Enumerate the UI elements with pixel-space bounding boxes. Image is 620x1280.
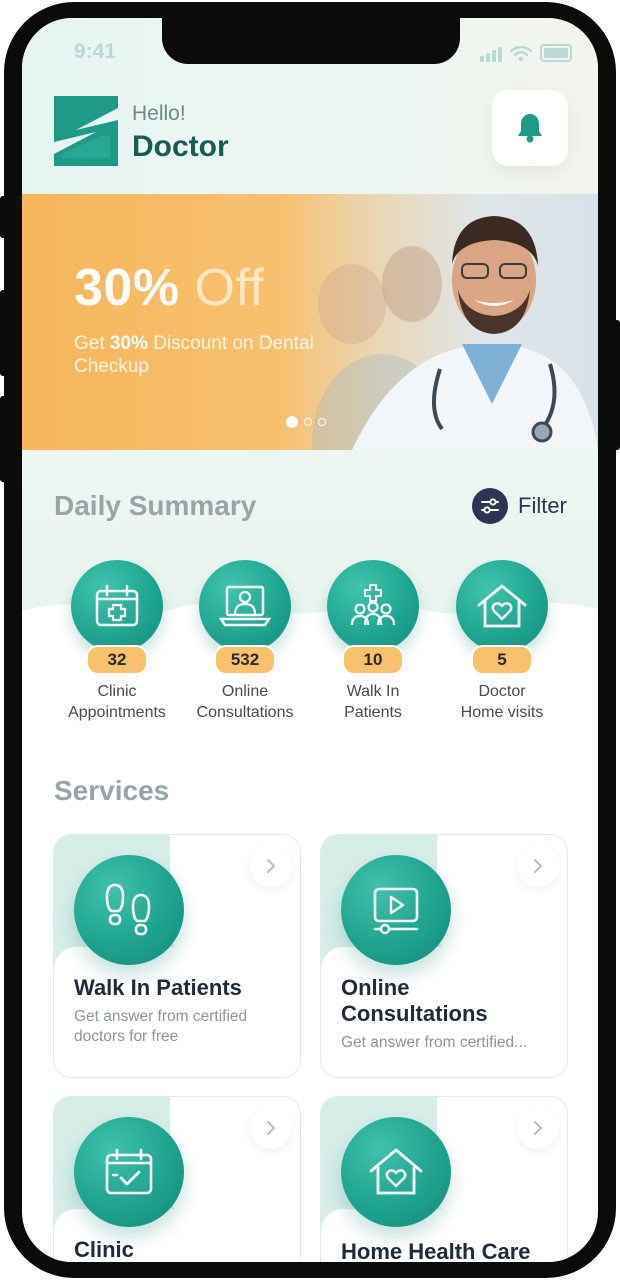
silent-switch — [0, 196, 8, 238]
stat-label: Doctor Home visits — [460, 683, 544, 721]
daily-summary-title: Daily Summary — [54, 490, 257, 521]
stat-label: Walk In Patients — [344, 683, 402, 721]
stat-value: 10 — [342, 645, 404, 675]
carousel-dot-2[interactable] — [304, 418, 312, 426]
home-heart-icon — [456, 560, 548, 652]
notch — [162, 18, 460, 64]
app-screen: 9:41 Hello! Doctor 30% Off Get 30% Disco… — [22, 18, 598, 1262]
notifications-button[interactable] — [492, 90, 568, 166]
battery-icon — [540, 44, 572, 62]
calendar-check-icon — [74, 1117, 184, 1227]
stat-online-consultations[interactable]: 532 Online Consultations — [181, 560, 309, 723]
wifi-icon — [510, 46, 532, 62]
stat-clinic-appointments[interactable]: 32 Clinic Appointments — [53, 560, 181, 723]
signal-icon — [480, 47, 502, 62]
service-card-clinic[interactable]: Clinic — [53, 1096, 301, 1262]
people-cross-icon — [327, 560, 419, 652]
video-play-icon — [341, 855, 451, 965]
stat-value: 5 — [471, 645, 533, 675]
chevron-right-icon[interactable] — [250, 1107, 292, 1149]
stat-label: Online Consultations — [196, 683, 294, 721]
filter-button[interactable]: Filter — [472, 488, 567, 524]
banner-discount: 30% — [74, 259, 180, 317]
doctor-laptop-icon — [199, 560, 291, 652]
banner-sub-bold: 30% — [109, 333, 148, 354]
greeting-text: Hello! — [132, 102, 186, 125]
home-heart-icon — [341, 1117, 451, 1227]
card-title: Home Health Care — [341, 1239, 531, 1262]
stat-walk-in-patients[interactable]: 10 Walk In Patients — [309, 560, 437, 723]
promo-banner[interactable]: 30% Off Get 30% Discount on Dental Check… — [22, 194, 598, 450]
stat-home-visits[interactable]: 5 Doctor Home visits — [438, 560, 566, 723]
banner-off-word: Off — [194, 259, 265, 317]
doctor-photo — [312, 216, 598, 450]
service-card-walk-in[interactable]: Walk In Patients Get answer from certifi… — [53, 834, 301, 1078]
carousel-dot-1[interactable] — [286, 416, 298, 428]
filter-label: Filter — [518, 493, 567, 518]
stat-label: Clinic Appointments — [68, 683, 166, 721]
chevron-right-icon[interactable] — [517, 1107, 559, 1149]
chevron-right-icon[interactable] — [250, 845, 292, 887]
app-logo — [54, 96, 118, 171]
banner-subtitle: Get 30% Discount on Dental Checkup — [74, 332, 314, 378]
card-title: Walk In Patients — [74, 975, 242, 1000]
bell-icon — [518, 114, 542, 143]
chevron-right-icon[interactable] — [517, 845, 559, 887]
footprints-icon — [74, 855, 184, 965]
status-icons — [480, 44, 572, 62]
status-time: 9:41 — [74, 40, 117, 63]
card-description: Get answer from certified doctors for fre… — [74, 1008, 248, 1045]
volume-down-button — [0, 396, 8, 482]
user-name: Doctor — [132, 130, 229, 163]
volume-up-button — [0, 290, 8, 376]
sliders-icon — [472, 488, 508, 524]
card-description: Get answer from certified... — [341, 1034, 528, 1051]
card-title: Online Consultations — [341, 975, 488, 1026]
calendar-plus-icon — [71, 560, 163, 652]
services-title: Services — [54, 775, 170, 806]
power-button — [612, 320, 620, 450]
service-card-online-consultations[interactable]: Online Consultations Get answer from cert… — [320, 834, 568, 1078]
stat-value: 32 — [86, 645, 148, 675]
banner-title: 30% Off — [74, 258, 264, 318]
carousel-dots — [286, 416, 326, 428]
carousel-dot-3[interactable] — [318, 418, 326, 426]
stat-value: 532 — [214, 645, 276, 675]
banner-sub-prefix: Get — [74, 333, 110, 354]
card-title: Clinic — [74, 1237, 134, 1262]
service-card-home-health-care[interactable]: Home Health Care — [320, 1096, 568, 1262]
